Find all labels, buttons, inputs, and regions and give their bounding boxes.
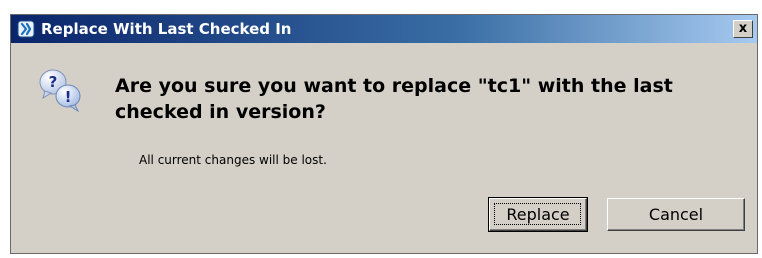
- svg-text:!: !: [65, 88, 72, 106]
- confirmation-message: Are you sure you want to replace "tc1" w…: [115, 75, 673, 123]
- replace-button-label: Replace: [506, 205, 570, 224]
- cancel-button-label: Cancel: [648, 205, 704, 224]
- version-control-icon: [17, 20, 35, 38]
- detail-text: All current changes will be lost.: [139, 153, 327, 167]
- close-button[interactable]: x: [733, 20, 753, 38]
- cancel-button[interactable]: Cancel: [607, 198, 745, 231]
- question-exclamation-icon: ? !: [37, 67, 83, 113]
- svg-text:?: ?: [49, 73, 58, 91]
- replace-dialog: Replace With Last Checked In x ? ! Are y…: [10, 14, 758, 254]
- title-bar[interactable]: Replace With Last Checked In x: [11, 15, 757, 43]
- replace-button[interactable]: Replace: [488, 197, 588, 232]
- window-title: Replace With Last Checked In: [41, 20, 292, 38]
